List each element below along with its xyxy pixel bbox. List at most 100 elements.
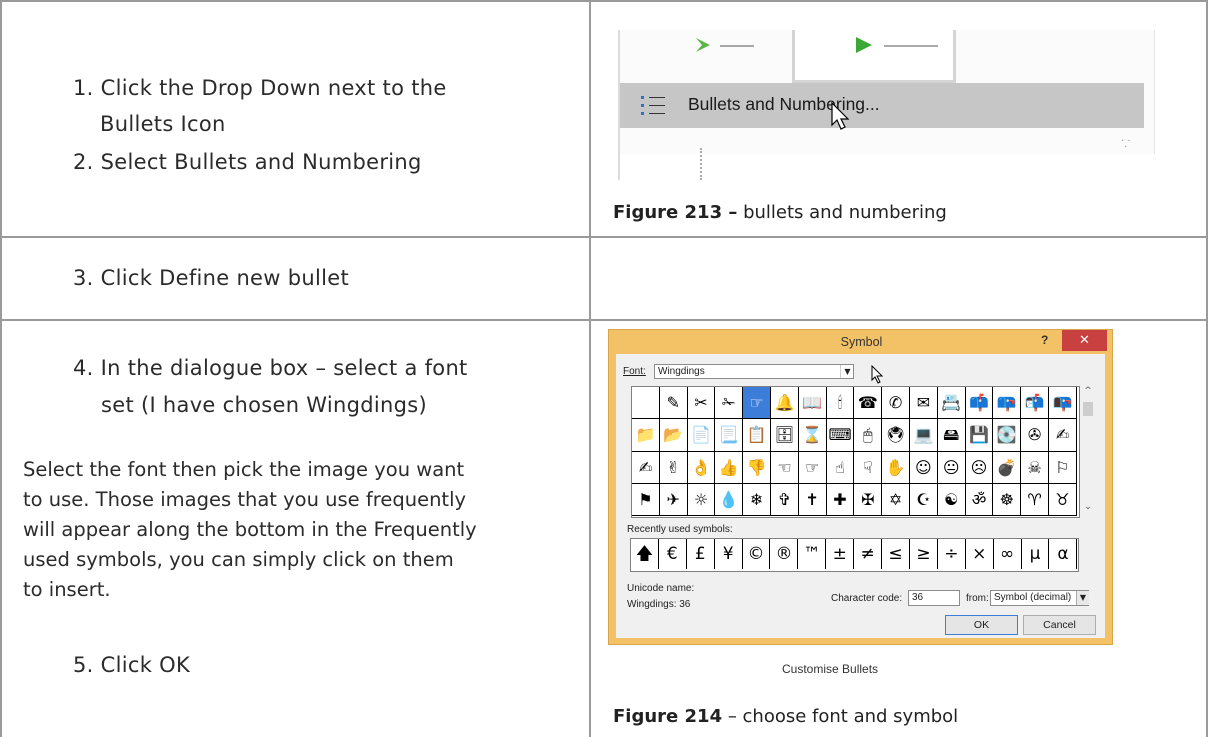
recent-symbol-cell[interactable]: ≤ [882, 539, 910, 569]
symbol-cell[interactable]: ✚ [826, 483, 855, 517]
recent-symbol-cell[interactable]: µ [1022, 539, 1050, 569]
symbol-cell[interactable]: ✂ [687, 387, 716, 420]
arrow-bullet-icon [696, 38, 754, 52]
symbol-cell[interactable]: 📄 [687, 419, 716, 452]
symbol-cell[interactable]: ♉ [1049, 483, 1077, 517]
symbol-cell[interactable]: ✎ [659, 387, 688, 420]
symbol-cell[interactable]: 🖱 [854, 419, 883, 452]
symbol-cell[interactable]: 📋 [743, 419, 771, 452]
symbol-cell[interactable]: ✆ [882, 387, 910, 420]
symbol-cell[interactable]: 💽 [993, 419, 1022, 452]
symbol-cell[interactable]: 💧 [715, 483, 744, 517]
symbol-cell[interactable]: ☸ [993, 483, 1022, 517]
symbol-cell[interactable]: ☞ [743, 387, 771, 420]
recent-symbol-cell[interactable]: 🡅 [631, 539, 659, 569]
symbol-cell[interactable]: 🔔 [771, 387, 799, 420]
symbol-cell[interactable]: 📬 [1021, 387, 1049, 420]
symbol-cell[interactable]: 💾 [965, 419, 994, 452]
symbol-grid-scrollbar[interactable]: ^ ⌄ [1081, 386, 1095, 516]
recent-symbol-cell[interactable]: ∞ [994, 539, 1022, 569]
symbol-cell[interactable]: 📫 [965, 387, 994, 420]
symbol-cell[interactable]: 📃 [715, 419, 744, 452]
recent-symbol-cell[interactable]: ® [771, 539, 799, 569]
symbol-cell[interactable]: ✈ [659, 483, 688, 517]
symbol-cell[interactable]: ✍ [632, 451, 660, 484]
chevron-down-icon[interactable]: ▼ [1076, 591, 1089, 605]
symbol-cell[interactable]: ✞ [771, 483, 799, 517]
symbol-cell[interactable]: ✡ [882, 483, 910, 517]
recent-symbol-cell[interactable]: £ [687, 539, 715, 569]
from-select[interactable]: Symbol (decimal) [990, 590, 1089, 606]
chevron-down-icon[interactable]: ▼ [840, 365, 854, 378]
column-divider [589, 0, 591, 737]
symbol-cell[interactable]: ✋ [882, 451, 910, 484]
symbol-cell[interactable]: ⌨ [826, 419, 855, 452]
symbol-cell[interactable]: 📁 [632, 419, 660, 452]
symbol-cell[interactable]: ☹ [965, 451, 994, 484]
symbol-cell[interactable]: 📇 [937, 387, 966, 420]
scroll-down-icon[interactable]: ⌄ [1081, 502, 1095, 512]
recent-symbols-row[interactable]: 🡅 € £ ¥ © ® ™ ± ≠ ≤ ≥ ÷ × ∞ µ α [630, 538, 1079, 572]
symbol-cell[interactable]: ☎ [854, 387, 883, 420]
symbol-cell[interactable]: ☯ [937, 483, 966, 517]
symbol-cell[interactable]: ☝ [826, 451, 855, 484]
recent-symbol-cell[interactable]: ™ [798, 539, 827, 569]
symbol-cell[interactable]: 💣 [993, 451, 1022, 484]
recent-symbol-cell[interactable]: ± [826, 539, 855, 569]
symbol-cell[interactable]: ☠ [1021, 451, 1049, 484]
ok-button[interactable]: OK [945, 615, 1018, 635]
symbol-cell[interactable]: ☟ [854, 451, 883, 484]
symbol-cell[interactable]: ⚑ [632, 483, 660, 517]
help-icon[interactable]: ? [1041, 333, 1048, 347]
paragraph-line: to use. Those images that you use freque… [23, 488, 467, 511]
recent-symbol-cell[interactable]: ¥ [715, 539, 743, 569]
symbol-cell[interactable]: ♈ [1021, 483, 1049, 517]
symbol-cell[interactable]: 👍 [715, 451, 744, 484]
recent-symbol-cell[interactable]: α [1050, 539, 1078, 569]
step-3: 3. Click Define new bullet [73, 266, 349, 290]
symbol-cell[interactable]: ☺ [910, 451, 938, 484]
symbol-cell[interactable]: ⚐ [1049, 451, 1077, 484]
symbol-grid[interactable]: ✎ ✂ ✁ ☞ 🔔 📖 🕯 ☎ ✆ ✉ 📇 📫 📪 📬 📭 📁 📂 📄 📃 📋 🗄 ⌛ ⌨ 🖱 🖲 💻 🖴 💾 💽 ✇ ✍ ✍ ✌ 👌 👍 👎 ☜ ☞ ☝ ☟… [631, 386, 1080, 518]
symbol-cell[interactable]: 👎 [743, 451, 771, 484]
recent-symbol-cell[interactable]: × [966, 539, 994, 569]
recent-symbol-cell[interactable]: ≥ [910, 539, 938, 569]
symbol-cell[interactable]: 📂 [659, 419, 688, 452]
cancel-button[interactable]: Cancel [1023, 615, 1096, 635]
symbol-cell[interactable]: 👌 [687, 451, 716, 484]
symbol-cell[interactable]: ☼ [687, 483, 716, 517]
symbol-cell[interactable]: ✇ [1021, 419, 1049, 452]
symbol-cell[interactable]: 🗄 [771, 419, 799, 452]
recent-symbol-cell[interactable]: € [659, 539, 687, 569]
symbol-cell[interactable]: ❄ [743, 483, 771, 517]
symbol-cell[interactable]: ☜ [771, 451, 799, 484]
symbol-cell[interactable]: ☞ [798, 451, 827, 484]
symbol-cell[interactable]: ✉ [910, 387, 938, 420]
symbol-cell[interactable]: 🖴 [937, 419, 966, 452]
symbol-cell[interactable]: ✁ [715, 387, 744, 420]
recent-symbol-cell[interactable]: ÷ [938, 539, 966, 569]
symbol-cell[interactable]: ✍ [1049, 419, 1077, 452]
symbol-cell[interactable]: 😐 [937, 451, 966, 484]
symbol-cell[interactable]: ☪ [910, 483, 938, 517]
recent-symbol-cell[interactable]: © [743, 539, 771, 569]
scroll-up-icon[interactable]: ^ [1081, 386, 1095, 396]
character-code-input[interactable]: 36 [908, 590, 960, 606]
symbol-cell[interactable]: ✌ [659, 451, 688, 484]
symbol-cell[interactable]: ✠ [854, 483, 883, 517]
scroll-thumb[interactable] [1083, 402, 1093, 416]
font-select[interactable]: Wingdings [654, 364, 854, 379]
symbol-cell[interactable]: ⌛ [798, 419, 827, 452]
recent-symbol-cell[interactable]: ≠ [854, 539, 883, 569]
symbol-cell[interactable]: 🖲 [882, 419, 910, 452]
symbol-cell[interactable]: ॐ [965, 483, 994, 517]
symbol-cell[interactable] [632, 387, 660, 420]
step-4-continued: set (I have chosen Wingdings) [101, 393, 427, 417]
symbol-cell[interactable]: 📖 [798, 387, 827, 420]
symbol-cell[interactable]: 📭 [1049, 387, 1077, 420]
symbol-cell[interactable]: 🕯 [826, 387, 855, 420]
symbol-cell[interactable]: 📪 [993, 387, 1022, 420]
close-button[interactable]: ✕ [1062, 330, 1107, 351]
symbol-cell[interactable]: 💻 [910, 419, 938, 452]
symbol-cell[interactable]: ✝ [798, 483, 827, 517]
